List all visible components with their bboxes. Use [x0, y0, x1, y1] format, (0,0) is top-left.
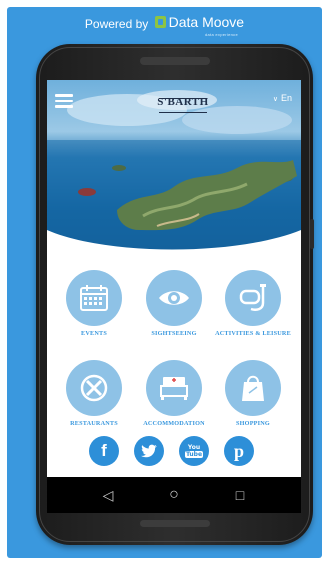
tile-activities-circle	[225, 270, 281, 326]
side-button	[310, 219, 314, 249]
tile-shopping-circle	[225, 360, 281, 416]
facebook-icon[interactable]: f	[89, 436, 119, 466]
data-moove-brand-name: Data Moove	[168, 14, 245, 30]
pinterest-glyph: p	[233, 440, 244, 461]
bottom-speaker	[140, 520, 210, 527]
language-selector[interactable]: ∨ En	[273, 93, 292, 103]
home-icon[interactable]: ○	[165, 486, 183, 504]
youtube-icon[interactable]: You Tube	[179, 436, 209, 466]
menu-icon[interactable]	[55, 94, 73, 108]
top-speaker	[140, 57, 210, 65]
tile-restaurants-label: RESTAURANTS	[70, 420, 118, 427]
chevron-down-icon: ∨	[272, 96, 278, 103]
twitter-bird-icon	[141, 444, 157, 457]
tile-accommodation-circle	[146, 360, 202, 416]
tile-sightseeing-label: SIGHTSEEING	[151, 330, 197, 337]
tile-accommodation[interactable]: ACCOMMODATION	[134, 360, 214, 428]
facebook-glyph: f	[101, 441, 107, 460]
shopping-bag-icon	[242, 375, 264, 401]
eye-icon	[159, 291, 189, 305]
app-screen: S'BARTH ∨ En EVENTS SIGHTSEEING ACTIVITI…	[47, 80, 301, 513]
st-barth-logo: S'BARTH	[155, 90, 211, 118]
fork-knife-icon	[80, 374, 108, 402]
tile-events-label: EVENTS	[81, 330, 107, 337]
powered-by-text: Powered by	[84, 17, 149, 31]
language-label: En	[280, 93, 292, 103]
youtube-label-bottom: Tube	[184, 451, 204, 458]
tile-restaurants[interactable]: RESTAURANTS	[54, 360, 134, 428]
android-navbar: ◁ ○ □	[47, 477, 301, 513]
tile-activities-label: ACTIVITIES & LEISURE	[215, 330, 291, 337]
phone-frame: S'BARTH ∨ En EVENTS SIGHTSEEING ACTIVITI…	[36, 44, 314, 545]
bed-icon	[160, 377, 188, 400]
tile-restaurants-circle	[66, 360, 122, 416]
tile-events[interactable]: EVENTS	[54, 270, 134, 338]
tile-activities[interactable]: ACTIVITIES & LEISURE	[213, 270, 293, 338]
snorkel-icon	[239, 284, 266, 311]
back-icon[interactable]: ◁	[99, 486, 117, 504]
calendar-icon	[80, 285, 108, 311]
tile-events-circle	[66, 270, 122, 326]
tile-sightseeing[interactable]: SIGHTSEEING	[134, 270, 214, 338]
powered-by-banner: Powered by Data Moove	[0, 14, 329, 31]
data-moove-logo[interactable]: Data Moove	[154, 14, 245, 30]
data-moove-mark-icon	[154, 16, 166, 28]
tile-shopping[interactable]: SHOPPING	[213, 360, 293, 428]
youtube-label-top: You	[187, 444, 201, 451]
pinterest-icon[interactable]: p	[224, 436, 254, 466]
tile-shopping-label: SHOPPING	[236, 420, 270, 427]
recents-icon[interactable]: □	[231, 486, 249, 504]
hero-island-image: S'BARTH ∨ En	[47, 80, 301, 264]
tile-accommodation-label: ACCOMMODATION	[143, 420, 205, 427]
twitter-icon[interactable]	[134, 436, 164, 466]
tile-sightseeing-circle	[146, 270, 202, 326]
brand-tagline: data experience	[205, 32, 238, 37]
